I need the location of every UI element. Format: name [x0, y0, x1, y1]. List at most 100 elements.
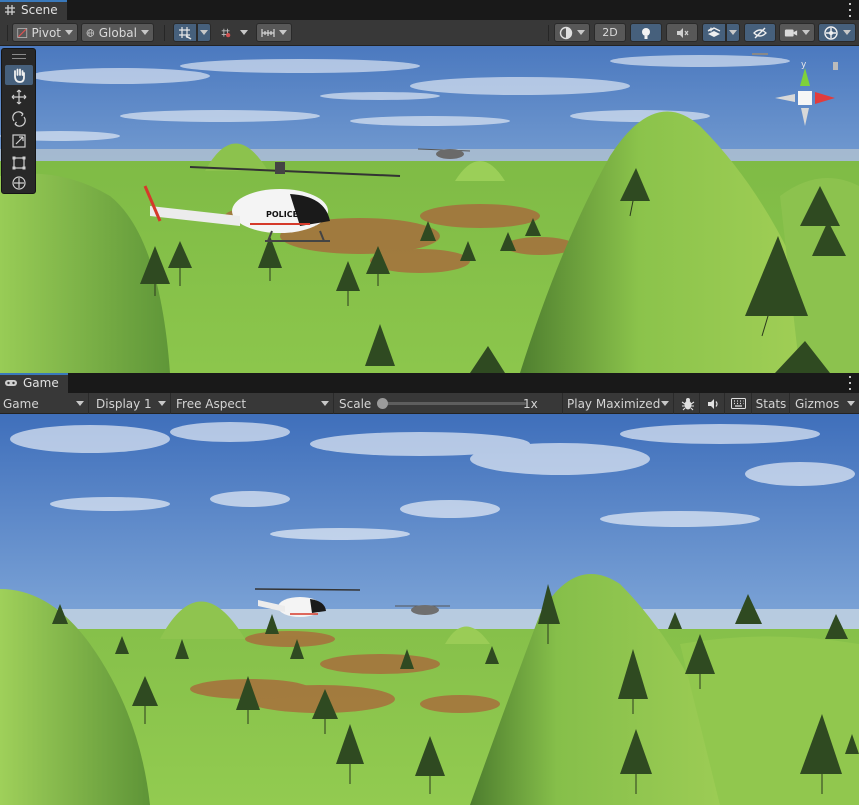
effects-dropdown[interactable]: [726, 23, 740, 42]
game-view-select[interactable]: Game: [0, 393, 89, 414]
helicopter-decal: POLICE: [266, 210, 298, 219]
shading-mode-icon: [559, 26, 573, 39]
increment-snap-dropdown[interactable]: [236, 23, 252, 42]
rect-tool-button[interactable]: [5, 153, 33, 173]
gizmos-label: Gizmos: [795, 396, 840, 411]
gizmos-dropdown[interactable]: [818, 23, 856, 42]
lighting-toggle[interactable]: [630, 23, 662, 42]
rotate-tool-icon: [12, 111, 26, 127]
chevron-down-icon: [577, 30, 585, 35]
bug-icon: [681, 397, 694, 410]
hand-tool-button[interactable]: [5, 65, 33, 85]
mute-audio-toggle[interactable]: [701, 393, 725, 414]
scale-slider-thumb[interactable]: [377, 398, 388, 409]
scene-more-menu-icon[interactable]: [847, 3, 853, 17]
toolbar-separator: [548, 25, 549, 41]
chevron-down-icon: [240, 30, 248, 35]
chevron-down-icon: [321, 401, 329, 406]
audio-mute-icon: [677, 27, 689, 38]
scene-render: POLICE y: [0, 46, 859, 373]
audio-toggle[interactable]: [666, 23, 698, 42]
shading-mode-dropdown[interactable]: [554, 23, 590, 42]
grid-snap-icon: [179, 26, 192, 40]
transform-tool-icon: [12, 176, 26, 190]
lighting-icon: [642, 27, 650, 39]
display-select[interactable]: Display 1: [93, 393, 171, 414]
ruler-dropdown[interactable]: [256, 23, 292, 42]
game-viewport[interactable]: [0, 414, 859, 805]
chevron-down-icon: [729, 30, 737, 35]
toolbar-separator: [7, 25, 8, 41]
shortcuts-toggle[interactable]: [726, 393, 752, 414]
speaker-icon: [707, 398, 718, 409]
hashtag-grid-icon: [5, 5, 15, 15]
hidden-objects-icon: [753, 27, 767, 38]
global-label: Global: [98, 25, 137, 40]
mode-2d-toggle[interactable]: 2D: [594, 23, 626, 42]
game-view-select-value: Game: [3, 396, 39, 411]
global-icon: [86, 28, 95, 37]
scale-tool-button[interactable]: [5, 131, 33, 151]
rotate-tool-button[interactable]: [5, 109, 33, 129]
tool-palette: [1, 48, 36, 194]
chevron-down-icon: [65, 30, 73, 35]
chevron-down-icon: [802, 30, 810, 35]
camera-icon: [784, 29, 798, 36]
scene-tab-bar: Scene: [0, 0, 859, 20]
tab-active-indicator: [0, 373, 68, 375]
effects-icon: [707, 26, 721, 37]
chevron-down-icon: [158, 401, 166, 406]
tab-active-indicator: [0, 0, 67, 2]
game-toolbar: Game Display 1 Free Aspect Scale 1x Play…: [0, 393, 859, 414]
pivot-dropdown[interactable]: Pivot: [12, 23, 78, 42]
scene-toolbar: Pivot Global 2D: [0, 20, 859, 46]
game-render: [0, 414, 859, 805]
chevron-down-icon: [847, 401, 855, 406]
scale-slider-track[interactable]: [382, 402, 526, 405]
scene-viewport[interactable]: POLICE y: [0, 46, 859, 373]
chevron-down-icon: [661, 401, 669, 406]
tab-label: Game: [23, 376, 59, 390]
debug-toggle[interactable]: [676, 393, 700, 414]
move-tool-icon: [11, 89, 27, 105]
gizmos-toggle[interactable]: Gizmos: [792, 393, 859, 414]
grid-snap-dropdown[interactable]: [197, 23, 211, 42]
grid-snap-toggle[interactable]: [173, 23, 197, 42]
game-more-menu-icon[interactable]: [847, 376, 853, 390]
chevron-down-icon: [141, 30, 149, 35]
gizmos-icon: [824, 25, 838, 40]
camera-dropdown[interactable]: [779, 23, 815, 42]
gizmo-y-label: y: [801, 60, 807, 70]
stats-button[interactable]: Stats: [753, 393, 790, 414]
chevron-down-icon: [279, 30, 287, 35]
transform-tool-button[interactable]: [5, 173, 33, 193]
play-mode-select-value: Play Maximized: [567, 396, 661, 411]
keyboard-icon: [731, 398, 746, 409]
palette-grip-icon[interactable]: [12, 54, 26, 59]
toolbar-separator: [164, 25, 165, 41]
scale-tool-icon: [12, 134, 26, 148]
scale-label: Scale: [339, 396, 372, 411]
chevron-down-icon: [76, 401, 84, 406]
pivot-label: Pivot: [31, 25, 61, 40]
stats-label: Stats: [755, 396, 787, 411]
pivot-icon: [17, 27, 28, 38]
global-dropdown[interactable]: Global: [81, 23, 154, 42]
play-mode-select[interactable]: Play Maximized: [564, 393, 674, 414]
ruler-icon: [261, 28, 275, 37]
move-tool-button[interactable]: [5, 87, 33, 107]
aspect-select[interactable]: Free Aspect: [173, 393, 334, 414]
chevron-down-icon: [843, 30, 851, 35]
increment-snap-icon: [221, 28, 231, 37]
mode-2d-label: 2D: [602, 26, 618, 39]
hand-tool-icon: [14, 68, 25, 83]
tab-scene[interactable]: Scene: [0, 0, 67, 20]
tab-game[interactable]: Game: [0, 373, 68, 393]
chevron-down-icon: [200, 30, 208, 35]
rect-tool-icon: [12, 156, 26, 170]
increment-snap-toggle[interactable]: [216, 23, 236, 42]
effects-toggle[interactable]: [702, 23, 726, 42]
aspect-select-value: Free Aspect: [176, 396, 247, 411]
display-select-value: Display 1: [96, 396, 152, 411]
hidden-objects-toggle[interactable]: [744, 23, 776, 42]
